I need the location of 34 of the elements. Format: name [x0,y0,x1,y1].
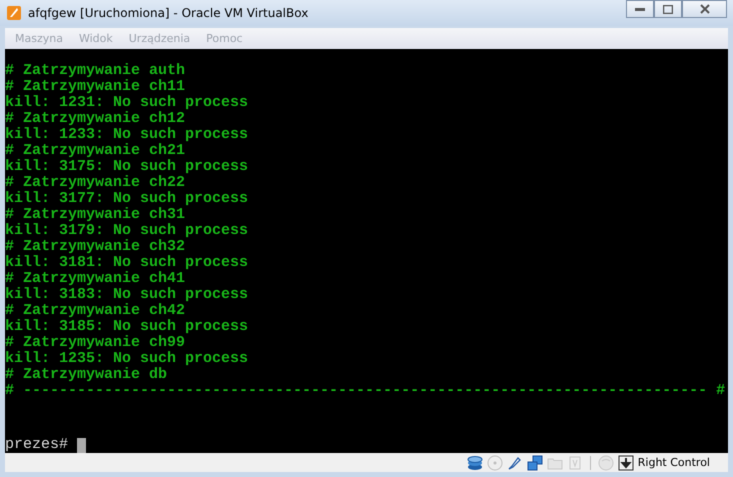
console-line: kill: 1235: No such process [5,351,250,368]
close-icon [700,4,710,14]
network-icon[interactable] [526,454,543,471]
console-line: # ---------------------------------------------------------------------------- # [5,383,726,400]
console-line: kill: 1233: No such process [5,127,250,144]
console-line: # Zatrzymywanie ch12 [5,111,186,128]
console-line: # Zatrzymywanie auth [5,63,186,80]
console-line: # Zatrzymywanie ch22 [5,175,186,192]
minimize-button[interactable] [626,0,654,18]
console-line: kill: 3181: No such process [5,255,250,272]
console-line: # Zatrzymywanie ch21 [5,143,186,160]
console-line: # Zatrzymywanie ch31 [5,207,186,224]
console-line: # Zatrzymywanie ch11 [5,79,186,96]
close-button[interactable] [682,0,727,18]
console-line: # Zatrzymywanie ch41 [5,271,186,288]
window-title: afqfgew [Uruchomiona] - Oracle VM VirtualBox [28,6,308,20]
shell-prompt: prezes# [5,437,68,454]
host-key-label: Right Control [638,456,710,470]
minimize-icon [635,7,645,11]
text-cursor [77,438,86,453]
console-line: kill: 3177: No such process [5,191,250,208]
console-line: kill: 3175: No such process [5,159,250,176]
console-line: # Zatrzymywanie ch32 [5,239,186,256]
console-line: kill: 3185: No such process [5,319,250,336]
console-line: kill: 3179: No such process [5,223,250,240]
maximize-button[interactable] [654,0,682,18]
console-line: kill: 1231: No such process [5,95,250,112]
console-line: kill: 3183: No such process [5,287,250,304]
console-line: # Zatrzymywanie ch99 [5,335,186,352]
disk-stack-icon[interactable] [466,454,483,471]
console-line: # Zatrzymywanie ch42 [5,303,186,320]
console-line: # Zatrzymywanie db [5,367,168,384]
maximize-icon [663,4,673,14]
app-logo-icon [6,5,22,22]
